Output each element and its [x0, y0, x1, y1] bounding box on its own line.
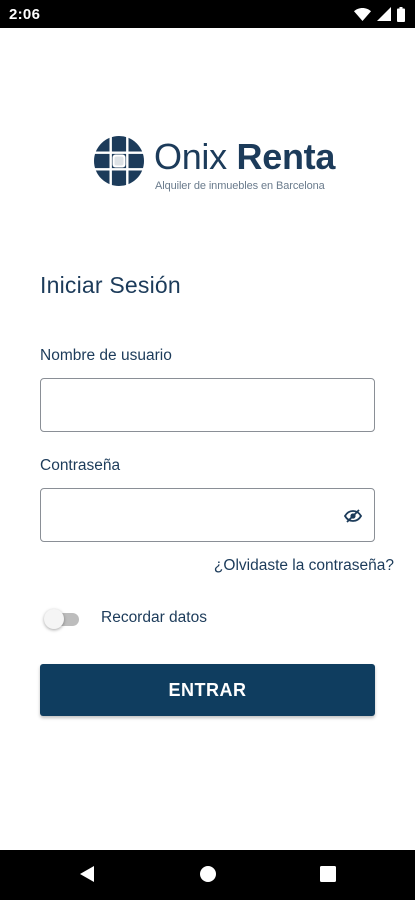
remember-toggle[interactable]	[44, 609, 80, 629]
battery-icon	[397, 6, 405, 22]
status-time: 2:06	[9, 5, 41, 23]
username-field[interactable]	[40, 378, 375, 432]
forgot-password-link[interactable]: ¿Olvidaste la contraseña?	[214, 557, 394, 575]
logo-name-bold: Renta	[236, 136, 336, 177]
app-logo: Onix Renta Alquiler de inmuebles en Barc…	[93, 134, 335, 196]
login-screen: 2:06 Onix Renta Alquiler de inmuebles en…	[0, 0, 415, 900]
status-bar: 2:06	[0, 0, 415, 28]
cellular-signal-icon	[377, 7, 391, 21]
username-input[interactable]	[41, 379, 374, 431]
wifi-icon	[354, 7, 371, 21]
login-button[interactable]: ENTRAR	[40, 664, 375, 716]
logo-name: Onix Renta	[154, 137, 335, 177]
page-title: Iniciar Sesión	[40, 272, 181, 298]
status-icons	[354, 6, 405, 22]
logo-name-light: Onix	[154, 136, 237, 177]
logo-mark-icon	[93, 135, 145, 187]
eye-off-icon[interactable]	[344, 507, 362, 525]
password-field[interactable]	[40, 488, 375, 542]
password-label: Contraseña	[40, 457, 121, 474]
password-input[interactable]	[41, 489, 374, 541]
toggle-thumb	[44, 609, 64, 629]
back-icon[interactable]	[79, 865, 95, 888]
navigation-bar	[0, 850, 415, 900]
home-icon[interactable]	[199, 865, 217, 888]
remember-label: Recordar datos	[101, 609, 207, 626]
username-label: Nombre de usuario	[40, 347, 172, 364]
logo-tagline: Alquiler de inmuebles en Barcelona	[155, 180, 325, 192]
recents-icon[interactable]	[319, 865, 337, 888]
